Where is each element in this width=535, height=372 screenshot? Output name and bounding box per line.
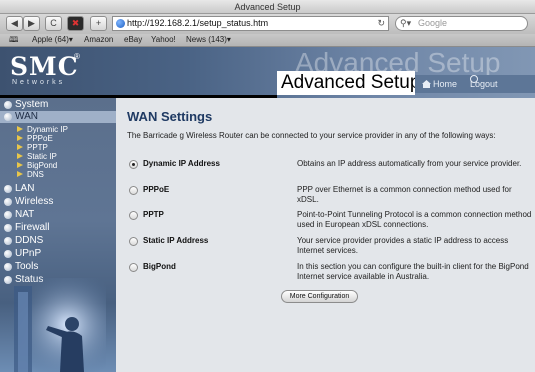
- main-content: WAN Settings The Barricade g Wireless Ro…: [116, 98, 535, 372]
- sidebar-sub-label: PPPoE: [27, 134, 53, 143]
- radio-pptp[interactable]: [129, 211, 138, 220]
- browser-toolbar: ◀ ▶ C ✖ + http://192.168.2.1/setup_statu…: [0, 14, 535, 34]
- search-input[interactable]: ⚲▾ Google: [395, 16, 528, 31]
- address-bar[interactable]: http://192.168.2.1/setup_status.htm ↻: [112, 16, 389, 31]
- bullet-icon: [4, 237, 12, 245]
- home-icon: [422, 80, 431, 88]
- home-label: Home: [433, 79, 458, 89]
- book-icon[interactable]: 🕮: [9, 34, 18, 46]
- bullet-icon: [4, 211, 12, 219]
- sidebar-item-label: WAN: [15, 111, 38, 122]
- option-label: Dynamic IP Address: [143, 159, 220, 168]
- forward-button[interactable]: ▶: [23, 16, 40, 31]
- header-nav: Home Logout: [415, 75, 535, 93]
- sidebar-sub-label: PPTP: [27, 143, 48, 152]
- option-label: PPPoE: [143, 185, 170, 194]
- sidebar-item-ddns[interactable]: DDNS: [0, 235, 116, 247]
- window-title: Advanced Setup: [0, 0, 535, 14]
- sidebar-sub-label: Static IP: [27, 152, 57, 161]
- registered-mark: ®: [74, 52, 80, 61]
- bookmarks-bar: 🕮 Apple (64)▾ Amazon eBay Yahoo! News (1…: [0, 34, 535, 47]
- home-link[interactable]: Home: [422, 75, 457, 93]
- radio-pppoe[interactable]: [129, 186, 138, 195]
- page-title: Advanced Setup: [277, 71, 420, 95]
- arrow-icon: [17, 171, 23, 177]
- page-header: Advanced Setup SMC ® Networks Advanced S…: [0, 47, 535, 98]
- bug-icon: ✖: [71, 18, 80, 28]
- sidebar-item-label: Tools: [15, 261, 39, 272]
- sidebar-item-lan[interactable]: LAN: [0, 183, 116, 195]
- option-description: PPP over Ethernet is a common connection…: [297, 185, 512, 204]
- sidebar-item-label: System: [15, 99, 49, 110]
- arrow-icon: [17, 144, 23, 150]
- bookmark-ebay[interactable]: eBay: [124, 34, 142, 46]
- arrow-icon: [17, 135, 23, 141]
- arrow-icon: [17, 162, 23, 168]
- reload-button[interactable]: C: [45, 16, 62, 31]
- sidebar-item-system[interactable]: System: [0, 99, 116, 111]
- sidebar-item-label: Firewall: [15, 222, 50, 233]
- radio-bigpond[interactable]: [129, 263, 138, 272]
- bullet-icon: [4, 263, 12, 271]
- search-icon: ⚲▾: [400, 18, 412, 28]
- globe-icon: [116, 19, 125, 28]
- sidebar-item-firewall[interactable]: Firewall: [0, 222, 116, 234]
- bookmark-yahoo[interactable]: Yahoo!: [151, 34, 176, 46]
- sidebar-item-label: NAT: [15, 209, 35, 220]
- sidebar-sub-dynamic-ip[interactable]: Dynamic IP: [0, 125, 116, 134]
- option-label: BigPond: [143, 262, 176, 271]
- sidebar-item-tools[interactable]: Tools: [0, 261, 116, 273]
- logo-subtitle: Networks: [12, 79, 66, 86]
- arrow-icon: [17, 126, 23, 132]
- new-tab-button[interactable]: +: [90, 16, 107, 31]
- option-description: Point-to-Point Tunneling Protocol is a c…: [297, 210, 532, 229]
- option-description: Obtains an IP address automatically from…: [297, 159, 522, 168]
- address-text: http://192.168.2.1/setup_status.htm: [127, 18, 269, 28]
- bookmark-apple[interactable]: Apple (64)▾: [32, 34, 73, 46]
- sidebar-sub-label: Dynamic IP: [27, 125, 68, 134]
- bullet-icon: [4, 101, 12, 109]
- back-button[interactable]: ◀: [6, 16, 23, 31]
- sidebar-sub-label: DNS: [27, 170, 44, 179]
- sidebar-item-label: Wireless: [15, 196, 54, 207]
- radio-static-ip[interactable]: [129, 237, 138, 246]
- more-configuration-button[interactable]: More Configuration: [281, 290, 358, 303]
- sidebar-sub-pppoe[interactable]: PPPoE: [0, 134, 116, 143]
- bullet-icon: [4, 113, 12, 121]
- sidebar-item-wireless[interactable]: Wireless: [0, 196, 116, 208]
- option-label: PPTP: [143, 210, 164, 219]
- logout-label: Logout: [470, 79, 498, 89]
- sidebar-item-label: DDNS: [15, 235, 44, 246]
- arrow-icon: [17, 153, 23, 159]
- section-heading: WAN Settings: [127, 109, 213, 124]
- sidebar-item-label: LAN: [15, 183, 35, 194]
- sidebar-sub-pptp[interactable]: PPTP: [0, 143, 116, 152]
- sidebar-sub-dns[interactable]: DNS: [0, 170, 116, 179]
- sidebar-sub-label: BigPond: [27, 161, 58, 170]
- search-placeholder: Google: [418, 18, 448, 28]
- sidebar-item-upnp[interactable]: UPnP: [0, 248, 116, 260]
- bullet-icon: [4, 224, 12, 232]
- option-description: In this section you can configure the bu…: [297, 262, 529, 281]
- bullet-icon: [4, 185, 12, 193]
- option-description: Your service provider provides a static …: [297, 236, 509, 255]
- person-illustration: [10, 278, 106, 372]
- bullet-icon: [4, 198, 12, 206]
- smc-logo: SMC: [10, 52, 79, 81]
- sidebar-item-label: UPnP: [15, 248, 42, 259]
- bullet-icon: [4, 250, 12, 258]
- sidebar: System WAN Dynamic IP PPPoE PPTP Static …: [0, 98, 116, 372]
- reload-icon[interactable]: ↻: [377, 17, 385, 30]
- bookmark-add-button[interactable]: ✖: [67, 16, 84, 31]
- radio-dynamic-ip[interactable]: [129, 160, 138, 169]
- sidebar-sub-static-ip[interactable]: Static IP: [0, 152, 116, 161]
- sidebar-sub-bigpond[interactable]: BigPond: [0, 161, 116, 170]
- bookmark-amazon[interactable]: Amazon: [84, 34, 113, 46]
- option-label: Static IP Address: [143, 236, 209, 245]
- sidebar-item-wan[interactable]: WAN: [0, 111, 116, 123]
- bookmark-news[interactable]: News (143)▾: [186, 34, 231, 46]
- intro-text: The Barricade g Wireless Router can be c…: [127, 131, 496, 140]
- sidebar-item-nat[interactable]: NAT: [0, 209, 116, 221]
